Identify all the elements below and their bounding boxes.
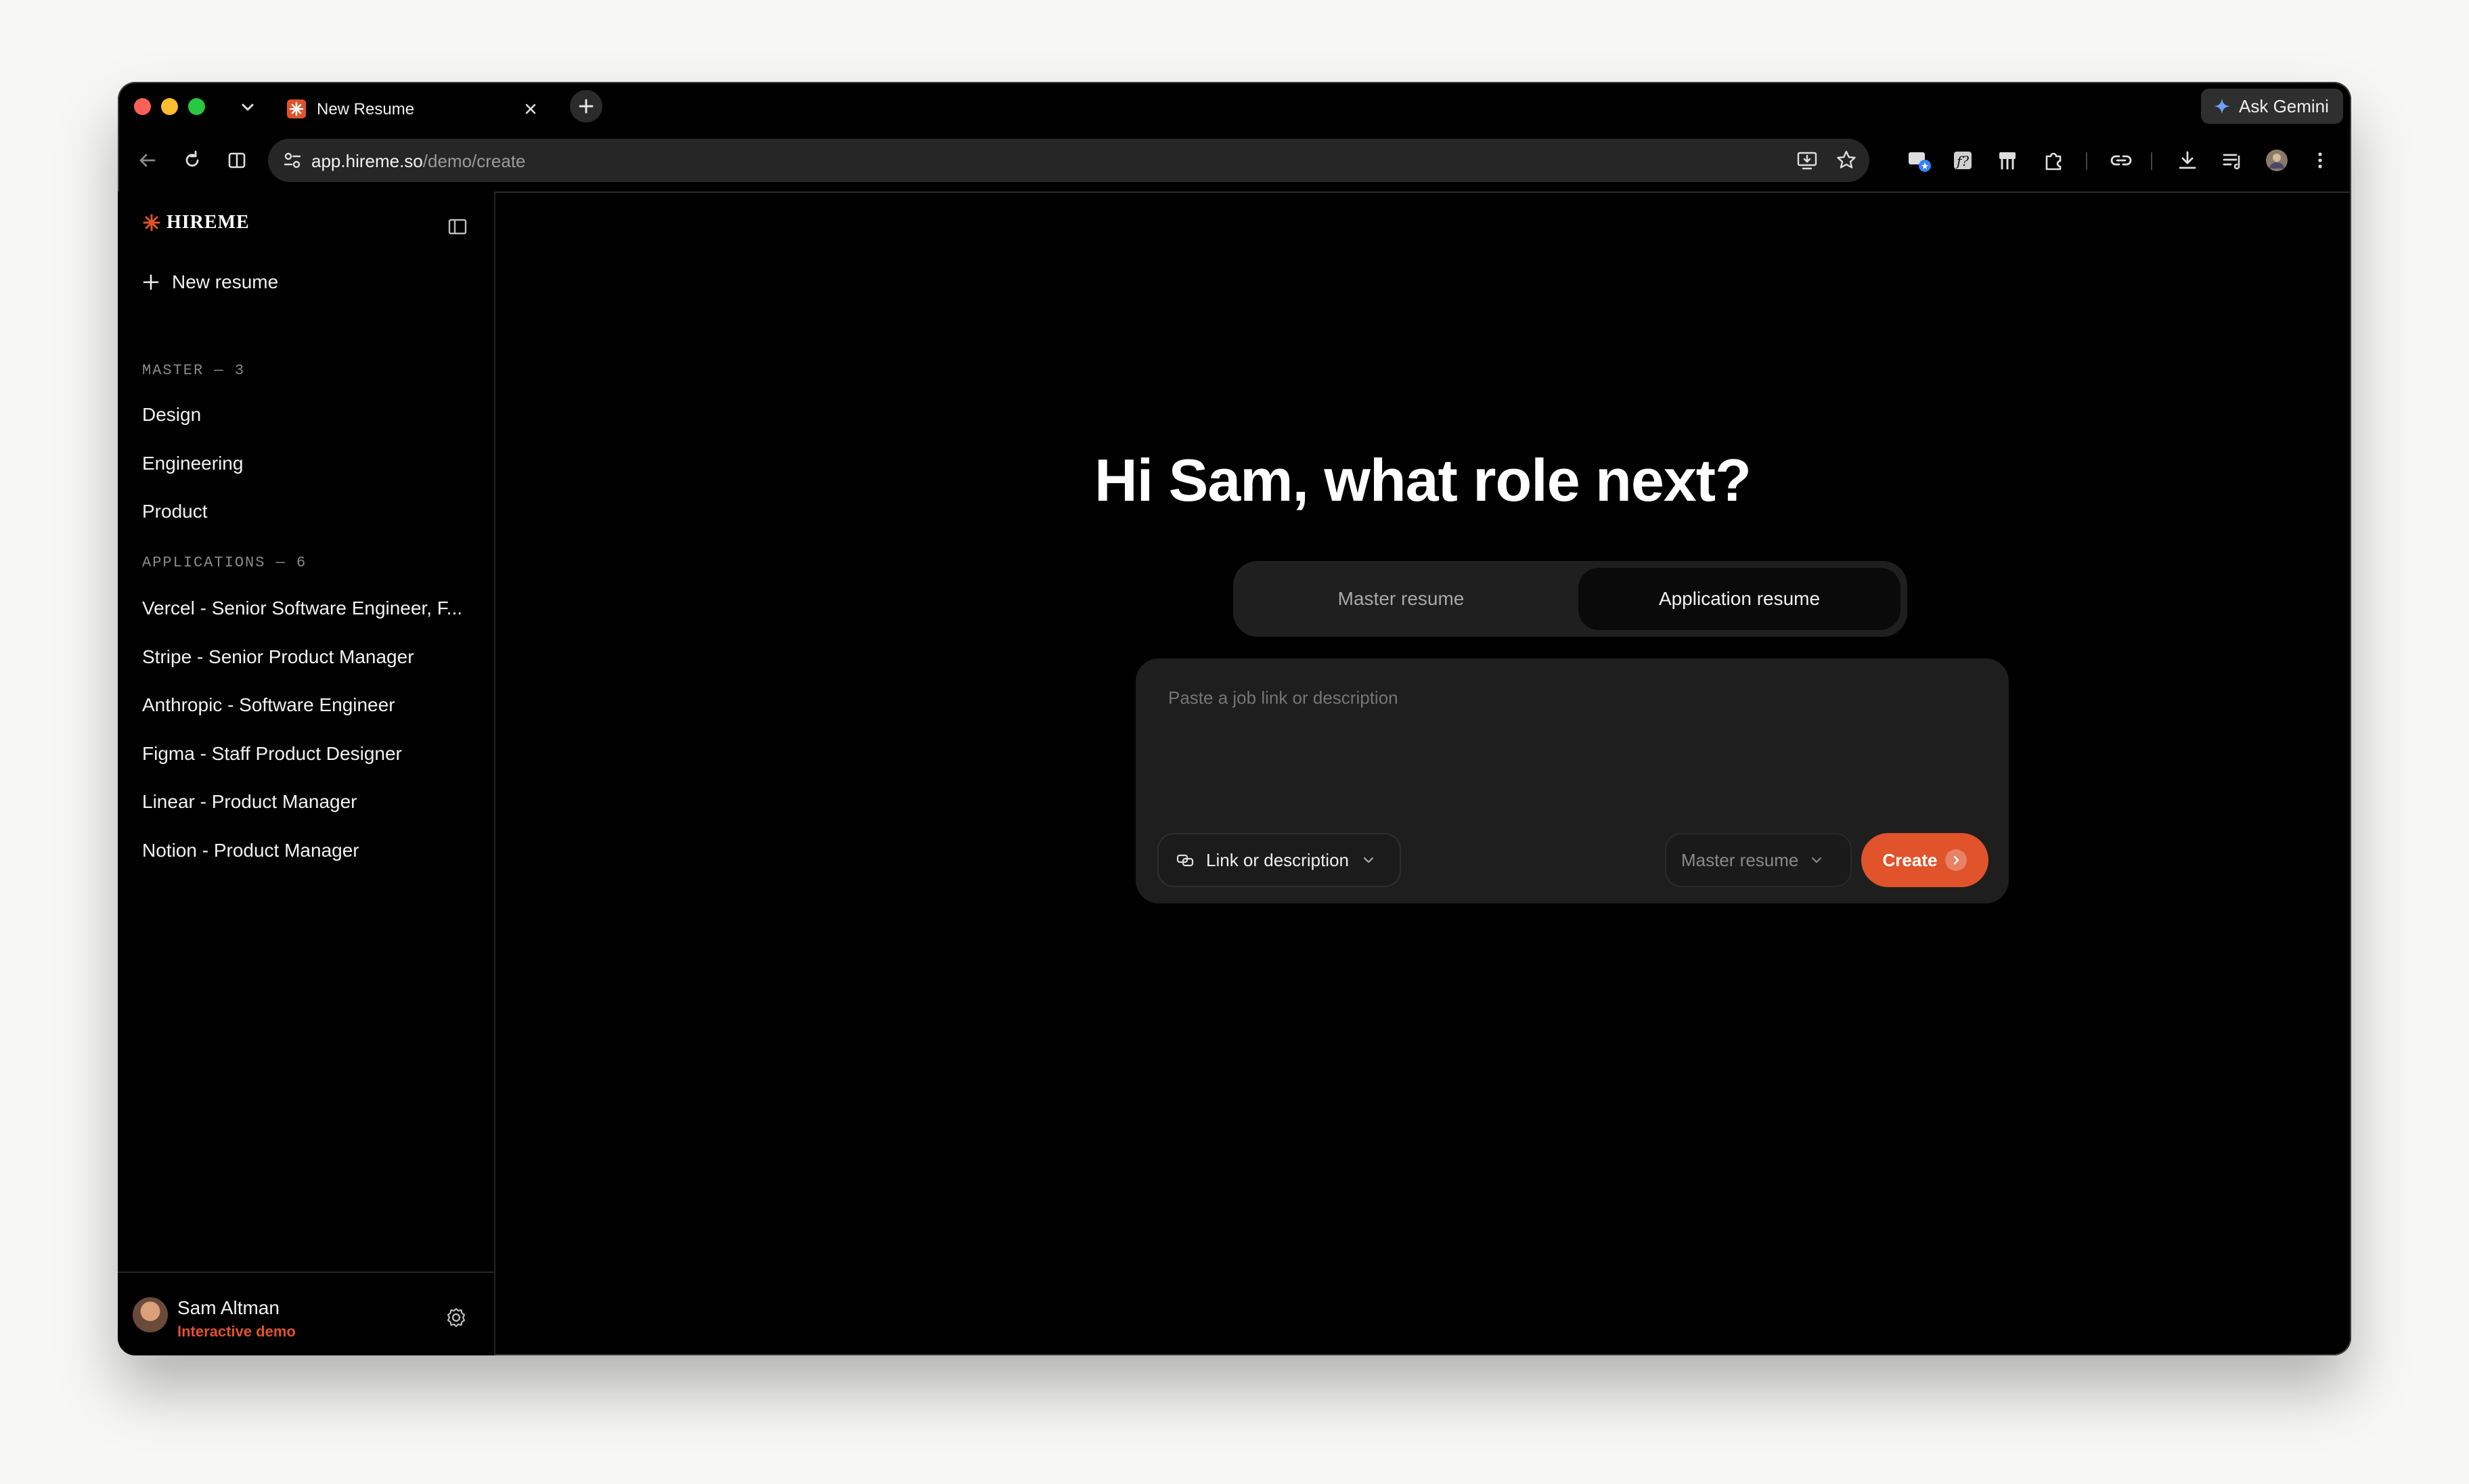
maximize-window-button[interactable] (188, 98, 205, 115)
link-icon (1176, 854, 1194, 867)
downloads-icon[interactable] (2170, 143, 2205, 178)
user-profile[interactable]: Sam Altman Interactive demo (118, 1272, 494, 1355)
master-section-label: MASTER — 3 (142, 362, 246, 379)
tab-new-resume[interactable]: New Resume (273, 87, 551, 129)
hireme-logo[interactable]: HIREME (142, 212, 250, 233)
hireme-logo-icon (143, 214, 160, 231)
sidebar-item-product[interactable]: Product (142, 501, 474, 522)
tab-search-icon[interactable] (234, 94, 261, 121)
job-description-input[interactable] (1167, 687, 1982, 709)
page-title: Hi Sam, what role next? (1094, 447, 1752, 514)
sidebar-item-notion[interactable]: Notion - Product Manager (142, 840, 474, 861)
browser-window: New Resume Ask Gemini app.hireme.so/demo… (118, 82, 2351, 1355)
back-icon[interactable] (130, 143, 165, 178)
sidebar: HIREME New resume MASTER — 3 Design Engi… (118, 192, 495, 1355)
new-resume-label: New resume (172, 271, 279, 292)
browser-toolbar: app.hireme.so/demo/create f? (118, 129, 2351, 193)
copy-link-icon[interactable] (2104, 143, 2139, 178)
tab-master-resume[interactable]: Master resume (1240, 568, 1562, 630)
more-menu-icon[interactable] (2303, 143, 2338, 178)
gemini-sparkle-icon (2214, 98, 2230, 114)
sidebar-item-stripe[interactable]: Stripe - Senior Product Manager (142, 646, 474, 668)
user-name: Sam Altman (177, 1297, 280, 1318)
profile-avatar-icon[interactable] (2259, 143, 2294, 178)
master-resume-select-label: Master resume (1681, 849, 1799, 870)
user-subtitle: Interactive demo (177, 1323, 296, 1340)
collapse-sidebar-icon[interactable] (444, 213, 471, 240)
applications-section-label: APPLICATIONS — 6 (142, 554, 307, 571)
bookmark-star-icon[interactable] (1834, 148, 1859, 176)
ask-gemini-label: Ask Gemini (2239, 95, 2329, 116)
sidebar-item-vercel[interactable]: Vercel - Senior Software Engineer, F... (142, 598, 474, 619)
input-type-label: Link or description (1206, 849, 1349, 870)
tab-application-resume[interactable]: Application resume (1578, 568, 1900, 630)
url-text: app.hireme.so/demo/create (311, 151, 526, 172)
toolbar-divider (2151, 152, 2152, 170)
split-view-icon[interactable] (219, 143, 254, 178)
avatar (133, 1297, 168, 1332)
sidebar-item-linear[interactable]: Linear - Product Manager (142, 791, 474, 813)
create-button[interactable]: Create (1861, 833, 1988, 887)
plus-icon (143, 274, 159, 290)
svg-text:f?: f? (1955, 153, 1969, 169)
create-button-label: Create (1882, 849, 1938, 870)
url-path: /demo/create (422, 151, 526, 171)
tab-strip: New Resume Ask Gemini (118, 82, 2351, 129)
sidebar-item-engineering[interactable]: Engineering (142, 453, 474, 474)
sidebar-item-anthropic[interactable]: Anthropic - Software Engineer (142, 694, 474, 716)
extensions-puzzle-icon[interactable] (2036, 143, 2071, 178)
main-content: Hi Sam, what role next? Master resume Ap… (494, 192, 2351, 1355)
sidebar-item-design[interactable]: Design (142, 404, 474, 426)
logo-text: HIREME (166, 212, 250, 233)
ask-gemini-button[interactable]: Ask Gemini (2201, 89, 2343, 124)
resume-type-toggle: Master resume Application resume (1233, 561, 1907, 637)
address-bar[interactable]: app.hireme.so/demo/create (268, 139, 1869, 182)
chevron-down-icon (1363, 857, 1374, 863)
master-resume-select[interactable]: Master resume (1665, 833, 1852, 887)
reload-icon[interactable] (175, 143, 210, 178)
install-app-icon[interactable] (1795, 148, 1819, 176)
extension-script-icon[interactable]: f? (1945, 143, 1980, 178)
extension-translate-icon[interactable] (1902, 143, 1937, 178)
close-window-button[interactable] (134, 98, 151, 115)
minimize-window-button[interactable] (161, 98, 178, 115)
input-type-dropdown[interactable]: Link or description (1157, 833, 1401, 887)
chevron-down-icon (1812, 857, 1822, 863)
new-resume-button[interactable]: New resume (142, 271, 278, 293)
close-tab-icon[interactable] (518, 97, 543, 121)
reading-list-icon[interactable] (2215, 143, 2250, 178)
sidebar-item-figma[interactable]: Figma - Staff Product Designer (142, 743, 474, 765)
settings-gear-icon[interactable] (443, 1304, 470, 1331)
job-composer: Link or description Master resume Create (1136, 658, 2009, 903)
extension-tools-icon[interactable] (1990, 143, 2025, 178)
new-tab-button[interactable] (570, 90, 602, 122)
site-settings-icon[interactable] (280, 148, 305, 176)
arrow-right-icon (1945, 849, 1967, 871)
url-host: app.hireme.so (311, 151, 423, 171)
hireme-favicon-icon (287, 99, 306, 118)
tab-title: New Resume (317, 100, 415, 118)
toolbar-divider (2086, 152, 2087, 170)
